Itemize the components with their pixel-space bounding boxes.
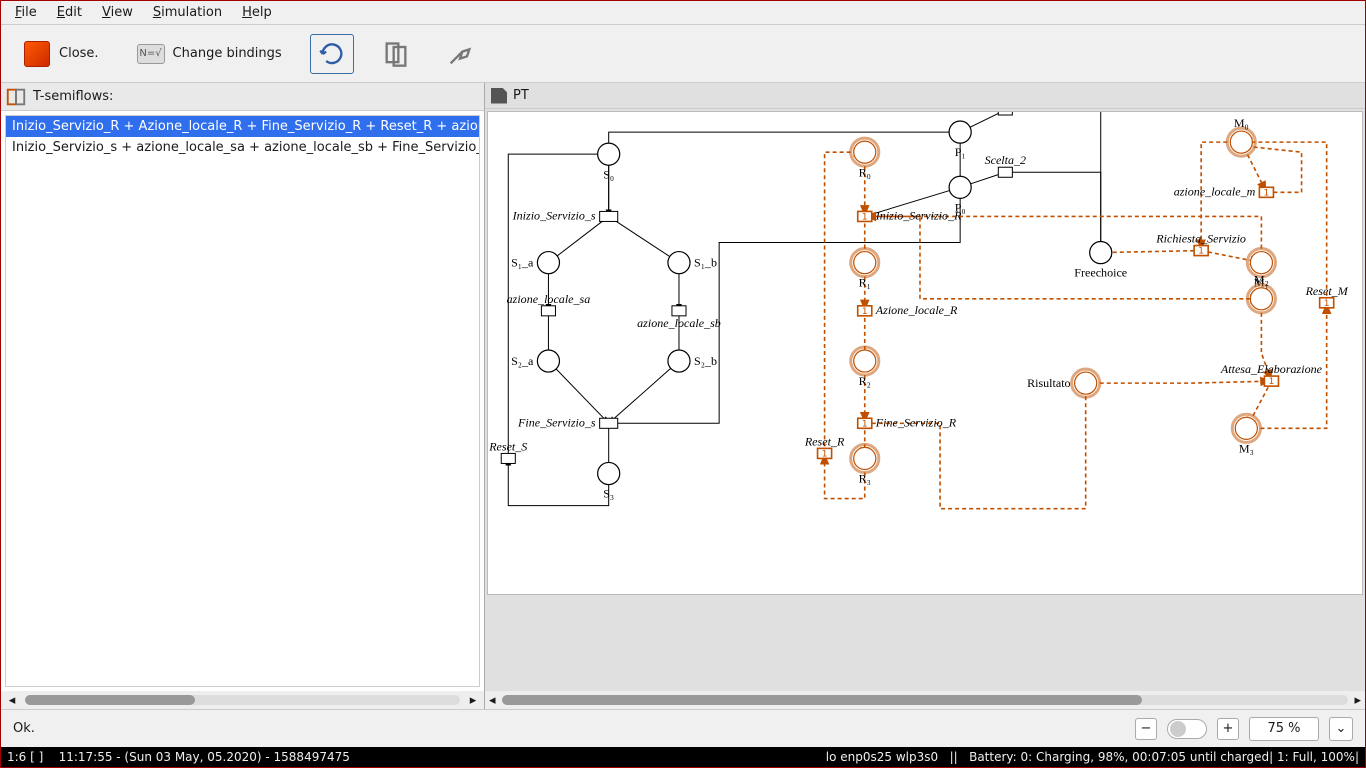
svg-text:Richiesta_Servizio: Richiesta_Servizio xyxy=(1155,232,1246,246)
menu-simulation[interactable]: SimulationSimulation xyxy=(143,3,232,22)
svg-text:R₃: R₃ xyxy=(859,472,871,486)
menu-bar: FFileile EditEdit ViewView SimulationSim… xyxy=(1,1,1365,25)
list-row-0[interactable]: Inizio_Servizio_R + Azione_locale_R + Fi… xyxy=(6,116,479,137)
svg-text:R₀: R₀ xyxy=(859,165,871,179)
toolbar-button-4[interactable] xyxy=(374,34,418,74)
svg-text:1: 1 xyxy=(1269,377,1275,387)
menu-view[interactable]: ViewView xyxy=(92,3,143,22)
left-pane: T-semiflows: Inizio_Servizio_R + Azione_… xyxy=(1,83,485,709)
svg-text:Fine_Servizio_R: Fine_Servizio_R xyxy=(875,415,957,429)
svg-text:M₀: M₀ xyxy=(1234,116,1249,130)
svg-text:R₂: R₂ xyxy=(859,374,871,388)
svg-text:1: 1 xyxy=(862,419,868,429)
svg-text:azione_locale_sa: azione_locale_sa xyxy=(507,292,591,306)
svg-text:Freechoice: Freechoice xyxy=(1074,266,1127,280)
right-hscrollbar[interactable]: ◂ ▸ xyxy=(485,691,1365,709)
zoom-controls: − + 75 % ⌄ xyxy=(1135,717,1353,741)
svg-text:S₂_a: S₂_a xyxy=(511,354,534,368)
tsemiflow-icon xyxy=(5,86,27,108)
svg-text:M₃: M₃ xyxy=(1239,441,1254,455)
left-scroll-thumb[interactable] xyxy=(25,695,195,705)
pages-icon xyxy=(382,40,410,68)
left-pane-header: T-semiflows: xyxy=(1,83,484,111)
right-pane: PT Inizio_Servizio_sazione_locale_saazio… xyxy=(485,83,1365,709)
zoom-toggle[interactable] xyxy=(1167,719,1207,739)
close-label: Close. xyxy=(59,46,99,61)
svg-text:1: 1 xyxy=(862,307,868,317)
tsemiflow-list[interactable]: Inizio_Servizio_R + Azione_locale_R + Fi… xyxy=(5,115,480,687)
status-bar: Ok. − + 75 % ⌄ xyxy=(1,709,1365,747)
petri-net-canvas[interactable]: Inizio_Servizio_s azione_locale_sa azione_… xyxy=(487,111,1363,595)
scroll-right-icon[interactable]: ▸ xyxy=(466,693,480,707)
status-message: Ok. xyxy=(13,721,35,736)
svg-text:S₃: S₃ xyxy=(603,487,614,501)
document-icon xyxy=(491,88,507,104)
close-icon xyxy=(21,38,53,70)
menu-edit[interactable]: EditEdit xyxy=(47,3,92,22)
right-pane-header: PT xyxy=(485,83,1365,109)
svg-text:azione_locale_sb: azione_locale_sb xyxy=(637,316,721,330)
scroll-right-icon[interactable]: ▸ xyxy=(1354,693,1361,708)
change-bindings-icon: N=√ xyxy=(135,38,167,70)
svg-text:1: 1 xyxy=(822,449,828,459)
svg-text:Attesa_Elaborazione: Attesa_Elaborazione xyxy=(1220,362,1323,376)
svg-text:Reset_S: Reset_S xyxy=(488,439,527,453)
scroll-left-icon[interactable]: ◂ xyxy=(5,693,19,707)
svg-text:Inizio_Servizio_R: Inizio_Servizio_R xyxy=(875,208,962,222)
toolbar: Close. N=√ Change bindings xyxy=(1,25,1365,83)
svg-text:M₂: M₂ xyxy=(1254,273,1269,287)
os-status-right: lo enp0s25 wlp3s0 || Battery: 0: Chargin… xyxy=(826,750,1359,764)
zoom-select[interactable]: 75 % xyxy=(1249,717,1319,741)
svg-text:Reset_R: Reset_R xyxy=(804,434,845,448)
zoom-dropdown-button[interactable]: ⌄ xyxy=(1329,717,1353,741)
svg-text:azione_locale_m: azione_locale_m xyxy=(1174,184,1256,198)
zoom-out-button[interactable]: − xyxy=(1135,718,1157,740)
right-scroll-thumb[interactable] xyxy=(502,695,1142,705)
os-status-bar: 1:6 [ ] 11:17:55 - (Sun 03 May, 05.2020)… xyxy=(1,747,1365,767)
svg-text:R₁: R₁ xyxy=(859,276,871,290)
left-pane-title: T-semiflows: xyxy=(33,89,113,104)
change-bindings-label: Change bindings xyxy=(173,46,282,61)
svg-text:S₀: S₀ xyxy=(603,167,614,181)
svg-text:S₂_b: S₂_b xyxy=(694,354,717,368)
close-button[interactable]: Close. xyxy=(13,32,107,76)
svg-text:1: 1 xyxy=(1198,247,1204,257)
svg-text:S₁_a: S₁_a xyxy=(511,256,534,270)
svg-text:P₀: P₀ xyxy=(955,200,966,214)
list-row-1[interactable]: Inizio_Servizio_s + azione_locale_sa + a… xyxy=(6,137,479,158)
toolbar-button-5[interactable] xyxy=(438,34,482,74)
right-pane-title: PT xyxy=(513,88,529,103)
petri-net-svg: Inizio_Servizio_s azione_locale_sa azione_… xyxy=(488,112,1362,594)
os-status-left: 1:6 [ ] 11:17:55 - (Sun 03 May, 05.2020)… xyxy=(7,750,350,764)
svg-text:S₁_b: S₁_b xyxy=(694,256,717,270)
menu-help[interactable]: HelpHelp xyxy=(232,3,282,22)
scroll-left-icon[interactable]: ◂ xyxy=(489,693,496,708)
toolbar-button-3[interactable] xyxy=(310,34,354,74)
svg-text:Scelta_2: Scelta_2 xyxy=(985,153,1026,167)
refresh-icon xyxy=(318,40,346,68)
svg-text:Inizio_Servizio_s: Inizio_Servizio_s xyxy=(512,208,596,222)
svg-text:1: 1 xyxy=(862,212,868,222)
zoom-in-button[interactable]: + xyxy=(1217,718,1239,740)
svg-text:P₁: P₁ xyxy=(955,145,966,159)
svg-text:1: 1 xyxy=(1264,188,1270,198)
svg-text:Risultato: Risultato xyxy=(1027,376,1071,390)
svg-text:Fine_Servizio_s: Fine_Servizio_s xyxy=(517,415,596,429)
svg-text:Reset_M: Reset_M xyxy=(1305,284,1349,298)
svg-text:1: 1 xyxy=(1324,299,1330,309)
content-area: T-semiflows: Inizio_Servizio_R + Azione_… xyxy=(1,83,1365,709)
change-bindings-button[interactable]: N=√ Change bindings xyxy=(127,32,290,76)
menu-file[interactable]: FFileile xyxy=(5,3,47,22)
right-bottom-area: ◂ ▸ xyxy=(485,597,1365,709)
caliper-icon xyxy=(446,40,474,68)
svg-text:Azione_locale_R: Azione_locale_R xyxy=(875,303,958,317)
left-hscrollbar[interactable]: ◂ ▸ xyxy=(1,691,484,709)
